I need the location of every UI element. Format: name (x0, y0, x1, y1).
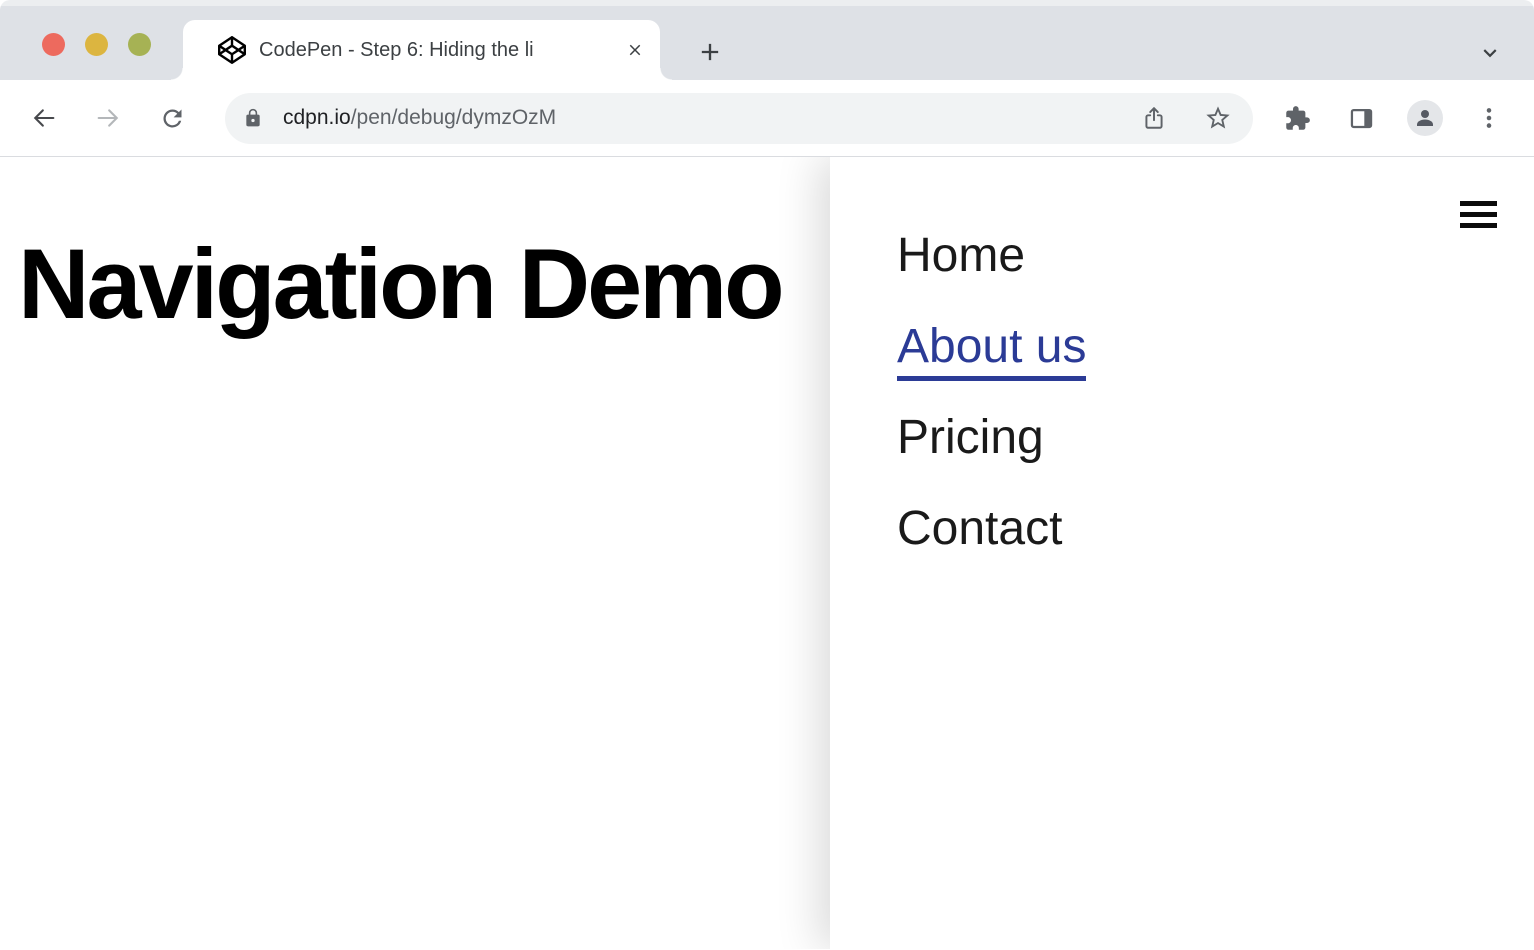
forward-button[interactable] (88, 98, 128, 138)
bookmark-button[interactable] (1198, 98, 1238, 138)
plus-icon (696, 38, 724, 66)
hamburger-bar (1460, 201, 1497, 206)
nav-item-contact: Contact (897, 505, 1534, 554)
nav-link-pricing[interactable]: Pricing (897, 411, 1044, 464)
reload-button[interactable] (152, 98, 192, 138)
profile-button[interactable] (1405, 98, 1445, 138)
browser-tab[interactable]: CodePen - Step 6: Hiding the li (183, 20, 660, 80)
share-button[interactable] (1134, 98, 1174, 138)
slide-in-nav-panel: Home About us Pricing Contact (830, 157, 1534, 949)
puzzle-icon (1284, 105, 1311, 132)
new-tab-button[interactable] (686, 28, 734, 76)
nav-item-home: Home (897, 232, 1534, 281)
back-arrow-icon (30, 104, 58, 132)
nav-item-pricing: Pricing (897, 414, 1534, 463)
url-path: /pen/debug/dymzOzM (351, 106, 556, 129)
share-icon (1141, 105, 1167, 131)
browser-toolbar: cdpn.io/pen/debug/dymzOzM (0, 80, 1534, 157)
tab-strip: CodePen - Step 6: Hiding the li (0, 0, 1534, 80)
tab-close-button[interactable] (624, 39, 646, 61)
hamburger-menu-button[interactable] (1460, 201, 1497, 228)
url-domain: cdpn.io (283, 106, 351, 129)
browser-menu-button[interactable] (1469, 98, 1509, 138)
avatar (1407, 100, 1443, 136)
tab-title: CodePen - Step 6: Hiding the li (259, 39, 620, 62)
side-panel-icon (1348, 105, 1375, 132)
lock-icon[interactable] (243, 108, 263, 128)
browser-window: CodePen - Step 6: Hiding the li cdpn.io/ (0, 0, 1534, 950)
url-text: cdpn.io/pen/debug/dymzOzM (283, 106, 556, 130)
hamburger-bar (1460, 223, 1497, 228)
close-icon (626, 41, 644, 59)
tab-search-button[interactable] (1474, 37, 1506, 69)
reload-icon (159, 105, 186, 132)
window-minimize-button[interactable] (85, 33, 108, 56)
codepen-favicon-icon (218, 36, 246, 64)
nav-link-about-us[interactable]: About us (897, 320, 1086, 381)
extensions-button[interactable] (1277, 98, 1317, 138)
nav-link-contact[interactable]: Contact (897, 502, 1062, 555)
back-button[interactable] (24, 98, 64, 138)
address-bar[interactable]: cdpn.io/pen/debug/dymzOzM (225, 93, 1253, 144)
window-close-button[interactable] (42, 33, 65, 56)
page-title: Navigation Demo (18, 234, 782, 333)
site-navigation: Home About us Pricing Contact (830, 157, 1534, 554)
nav-link-home[interactable]: Home (897, 229, 1025, 282)
side-panel-button[interactable] (1341, 98, 1381, 138)
chevron-down-icon (1477, 40, 1503, 66)
nav-item-about: About us (897, 323, 1534, 372)
page-content: Navigation Demo Home About us Pricing Co… (0, 157, 1534, 949)
nav-list: Home About us Pricing Contact (830, 157, 1534, 554)
person-icon (1413, 106, 1437, 130)
window-zoom-button[interactable] (128, 33, 151, 56)
star-icon (1204, 104, 1232, 132)
window-controls (42, 33, 151, 56)
kebab-menu-icon (1476, 105, 1502, 131)
hamburger-bar (1460, 212, 1497, 217)
forward-arrow-icon (94, 104, 122, 132)
